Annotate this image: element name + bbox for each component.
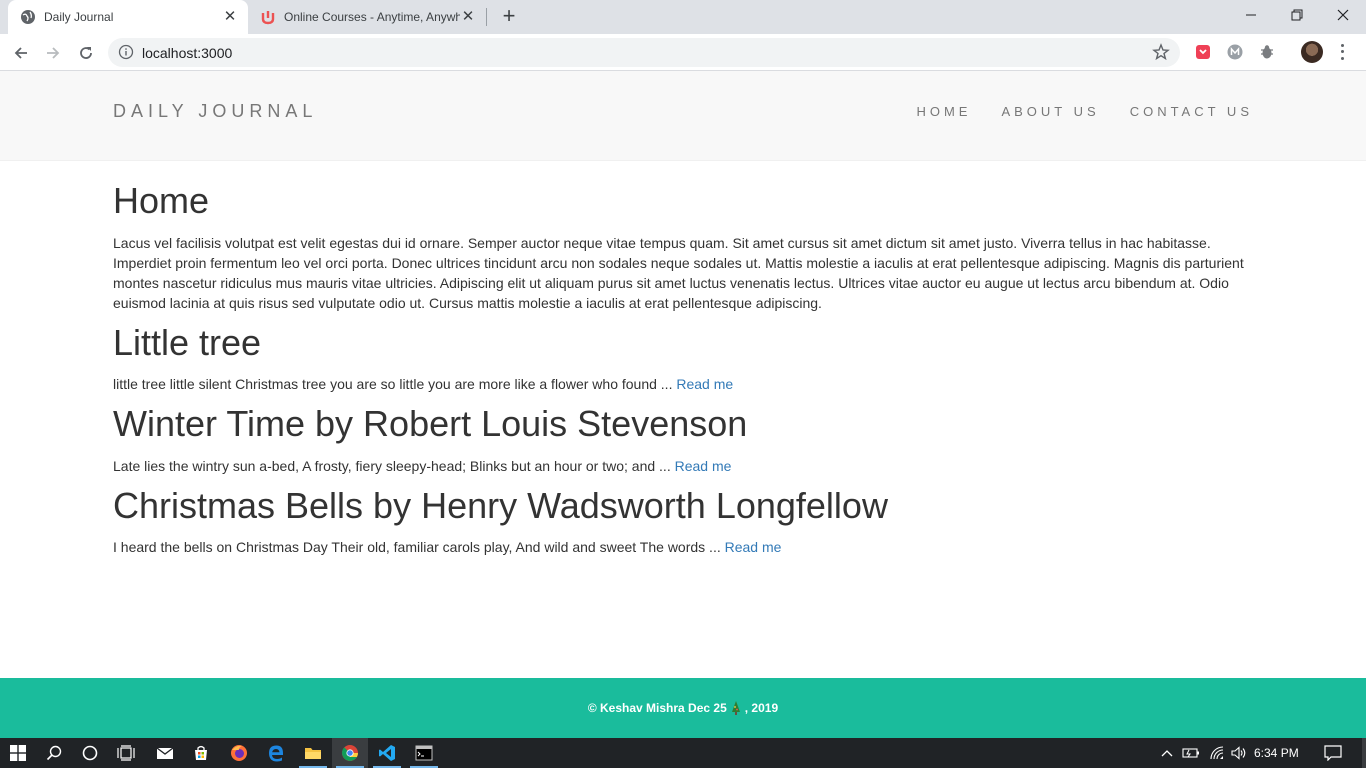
- tab-daily-journal[interactable]: Daily Journal ✕: [8, 0, 248, 34]
- search-icon[interactable]: [36, 738, 72, 768]
- command-prompt-icon[interactable]: [406, 738, 442, 768]
- nav-about-link[interactable]: ABOUT US: [1001, 104, 1099, 119]
- browser-toolbar: localhost:3000: [0, 34, 1366, 71]
- close-tab-icon[interactable]: ✕: [460, 9, 476, 25]
- reload-icon[interactable]: [73, 40, 99, 66]
- cortana-icon[interactable]: [72, 738, 108, 768]
- globe-icon: [20, 9, 36, 25]
- extension-m-icon[interactable]: [1227, 44, 1243, 60]
- tab-title: Daily Journal: [44, 10, 114, 24]
- task-view-icon[interactable]: [108, 738, 144, 768]
- tab-separator: [486, 8, 487, 26]
- tab-online-courses[interactable]: Online Courses - Anytime, Anywhere ✕: [250, 0, 486, 34]
- chrome-icon[interactable]: [332, 738, 368, 768]
- home-intro-text: Lacus vel facilisis volutpat est velit e…: [113, 234, 1244, 311]
- post-excerpt: I heard the bells on Christmas Day Their…: [113, 537, 1253, 557]
- new-tab-icon[interactable]: +: [498, 5, 520, 29]
- file-explorer-icon[interactable]: [295, 738, 331, 768]
- battery-icon[interactable]: [1181, 738, 1201, 768]
- windows-start-icon[interactable]: [0, 738, 36, 768]
- browser-tab-strip: Daily Journal ✕ Online Courses - Anytime…: [0, 0, 1366, 34]
- close-tab-icon[interactable]: ✕: [222, 9, 238, 25]
- post-excerpt: little tree little silent Christmas tree…: [113, 374, 1253, 394]
- nav-home-link[interactable]: HOME: [916, 104, 971, 119]
- site-footer: © Keshav Mishra Dec 25 , 2019: [0, 678, 1366, 738]
- volume-icon[interactable]: [1229, 738, 1249, 768]
- read-me-link[interactable]: Read me: [675, 458, 732, 474]
- browser-menu-icon[interactable]: [1334, 42, 1350, 62]
- show-hidden-icons-icon[interactable]: [1158, 738, 1176, 768]
- christmas-tree-icon: [731, 701, 741, 715]
- profile-avatar[interactable]: [1301, 41, 1323, 63]
- footer-copyright: © Keshav Mishra Dec 25: [587, 701, 727, 715]
- url-text: localhost:3000: [142, 45, 233, 61]
- bug-extension-icon[interactable]: [1259, 44, 1275, 60]
- site-navbar: DAILY JOURNAL HOME ABOUT US CONTACT US: [0, 71, 1366, 161]
- edge-icon[interactable]: [258, 738, 294, 768]
- store-icon[interactable]: [183, 738, 219, 768]
- nav-links: HOME ABOUT US CONTACT US: [916, 104, 1253, 119]
- post-title: Christmas Bells by Henry Wadsworth Longf…: [113, 484, 888, 526]
- firefox-icon[interactable]: [221, 738, 257, 768]
- post-excerpt: Late lies the wintry sun a-bed, A frosty…: [113, 456, 1253, 476]
- minimize-icon[interactable]: [1228, 0, 1274, 30]
- read-me-link[interactable]: Read me: [676, 376, 733, 392]
- vscode-icon[interactable]: [369, 738, 405, 768]
- post-excerpt-text: I heard the bells on Christmas Day Their…: [113, 539, 725, 556]
- mail-icon[interactable]: [147, 738, 183, 768]
- show-desktop-button[interactable]: [1362, 738, 1366, 768]
- windows-taskbar: 6:34 PM: [0, 738, 1366, 768]
- post-excerpt-text: little tree little silent Christmas tree…: [113, 376, 677, 393]
- bookmark-star-icon[interactable]: [1152, 43, 1170, 61]
- close-window-icon[interactable]: [1320, 0, 1366, 30]
- post-title: Little tree: [113, 321, 262, 363]
- forward-arrow-icon[interactable]: [40, 40, 66, 66]
- restore-icon[interactable]: [1274, 0, 1320, 30]
- udemy-icon: [260, 9, 276, 25]
- page-title: Home: [113, 180, 210, 221]
- footer-year: , 2019: [744, 701, 779, 715]
- post-excerpt-text: Late lies the wintry sun a-bed, A frosty…: [113, 457, 675, 474]
- nav-contact-link[interactable]: CONTACT US: [1130, 104, 1253, 119]
- back-arrow-icon[interactable]: [8, 40, 34, 66]
- wifi-icon[interactable]: [1207, 738, 1227, 768]
- web-page: DAILY JOURNAL HOME ABOUT US CONTACT US H…: [0, 71, 1366, 738]
- notifications-icon[interactable]: [1322, 738, 1344, 768]
- read-me-link[interactable]: Read me: [725, 539, 782, 555]
- address-bar[interactable]: localhost:3000: [108, 38, 1180, 67]
- pocket-extension-icon[interactable]: [1195, 44, 1211, 60]
- site-brand[interactable]: DAILY JOURNAL: [113, 101, 317, 122]
- taskbar-clock[interactable]: 6:34 PM: [1254, 746, 1299, 760]
- info-icon[interactable]: [118, 44, 134, 60]
- main-content: Home Lacus vel facilisis volutpat est ve…: [113, 171, 1253, 567]
- tab-title: Online Courses - Anytime, Anywhere: [284, 10, 460, 24]
- post-title: Winter Time by Robert Louis Stevenson: [113, 403, 748, 445]
